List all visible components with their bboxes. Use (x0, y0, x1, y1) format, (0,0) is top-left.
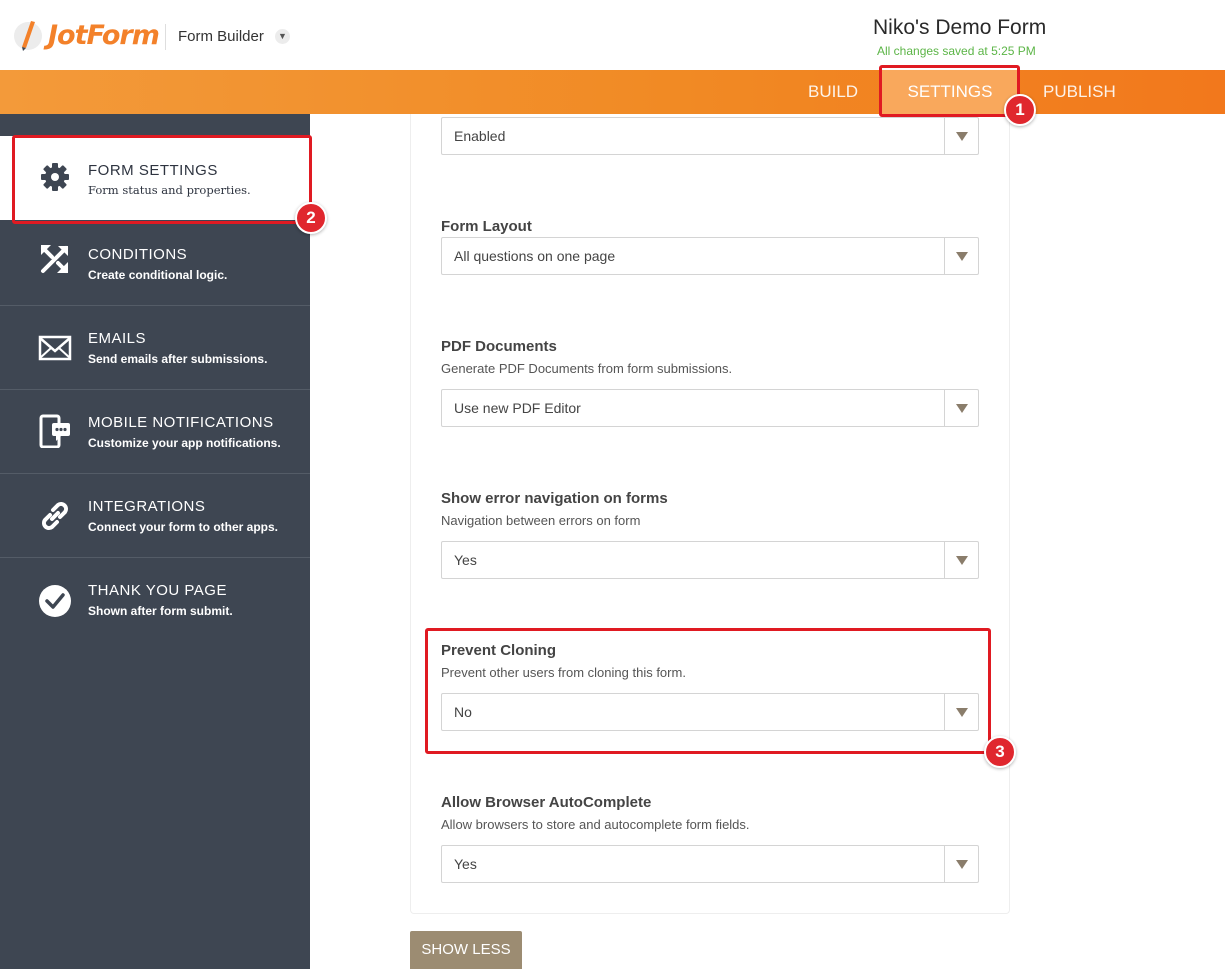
sidebar-item-title: THANK YOU PAGE (88, 582, 227, 599)
form-builder-label[interactable]: Form Builder (178, 28, 264, 45)
select-value: All questions on one page (454, 248, 616, 264)
select-divider (944, 118, 945, 154)
sidebar-item-desc: Shown after form submit. (88, 604, 233, 618)
jotform-logo[interactable]: JotForm (12, 17, 160, 53)
step-badge-2: 2 (295, 202, 327, 234)
tab-build[interactable]: BUILD (808, 70, 858, 114)
sidebar-item-title: MOBILE NOTIFICATIONS (88, 414, 274, 431)
sidebar-item-title: CONDITIONS (88, 246, 188, 263)
form-title[interactable]: Niko's Demo Form (873, 16, 1046, 40)
sidebar-item-conditions[interactable]: CONDITIONS Create conditional logic. (0, 220, 310, 306)
pdf-documents-select[interactable]: Use new PDF Editor (441, 389, 979, 427)
error-navigation-select[interactable]: Yes (441, 541, 979, 579)
chevron-down-icon (956, 556, 968, 565)
main-nav-bar: BUILD SETTINGS PUBLISH (0, 70, 1225, 114)
select-value: Enabled (454, 128, 506, 144)
app-header: JotForm Form Builder ▼ Niko's Demo Form … (0, 0, 1225, 70)
sidebar-item-emails[interactable]: EMAILS Send emails after submissions. (0, 306, 310, 390)
highlight-form-settings (12, 135, 312, 224)
logo-text: JotForm (48, 19, 160, 51)
chevron-down-icon (956, 404, 968, 413)
form-layout-select[interactable]: All questions on one page (441, 237, 979, 275)
sidebar-item-title: INTEGRATIONS (88, 498, 206, 515)
step-badge-3: 3 (984, 736, 1016, 768)
form-status-select[interactable]: Enabled (441, 117, 979, 155)
sidebar-item-mobile-notifications[interactable]: MOBILE NOTIFICATIONS Customize your app … (0, 390, 310, 474)
conditions-icon (41, 245, 68, 273)
save-status: All changes saved at 5:25 PM (877, 44, 1036, 58)
form-layout-label: Form Layout (441, 218, 532, 235)
chevron-down-icon (956, 132, 968, 141)
mobile-notification-icon (39, 414, 70, 448)
pdf-documents-desc: Generate PDF Documents from form submiss… (441, 361, 733, 376)
sidebar-item-desc: Customize your app notifications. (88, 436, 281, 450)
sidebar-item-integrations[interactable]: INTEGRATIONS Connect your form to other … (0, 474, 310, 558)
sidebar-item-title: EMAILS (88, 330, 147, 347)
autocomplete-desc: Allow browsers to store and autocomplete… (441, 817, 750, 832)
autocomplete-label: Allow Browser AutoComplete (441, 794, 652, 811)
error-navigation-desc: Navigation between errors on form (441, 513, 641, 528)
select-value: Use new PDF Editor (454, 400, 581, 416)
tab-publish[interactable]: PUBLISH (1043, 70, 1116, 114)
header-divider (165, 24, 166, 50)
autocomplete-select[interactable]: Yes (441, 845, 979, 883)
select-value: Yes (454, 856, 477, 872)
select-divider (944, 542, 945, 578)
select-divider (944, 238, 945, 274)
select-value: Yes (454, 552, 477, 568)
show-less-button[interactable]: SHOW LESS (410, 931, 522, 969)
select-divider (944, 846, 945, 882)
error-navigation-label: Show error navigation on forms (441, 490, 668, 507)
checkmark-circle-icon (39, 585, 71, 617)
step-badge-1: 1 (1004, 94, 1036, 126)
pencil-logo-icon (14, 21, 42, 51)
highlight-prevent-cloning (425, 628, 991, 754)
highlight-settings-tab (879, 65, 1020, 117)
link-icon (42, 502, 68, 530)
sidebar-item-desc: Connect your form to other apps. (88, 520, 279, 534)
select-divider (944, 390, 945, 426)
pdf-documents-label: PDF Documents (441, 338, 557, 355)
chevron-down-icon (956, 252, 968, 261)
sidebar-item-desc: Send emails after submissions. (88, 352, 268, 366)
chevron-down-icon (956, 860, 968, 869)
settings-sidebar: FORM SETTINGS Form status and properties… (0, 114, 310, 969)
chevron-down-icon[interactable]: ▼ (275, 29, 290, 44)
envelope-icon (38, 335, 72, 361)
sidebar-item-desc: Create conditional logic. (88, 268, 228, 282)
sidebar-item-thank-you-page[interactable]: THANK YOU PAGE Shown after form submit. (0, 558, 310, 642)
